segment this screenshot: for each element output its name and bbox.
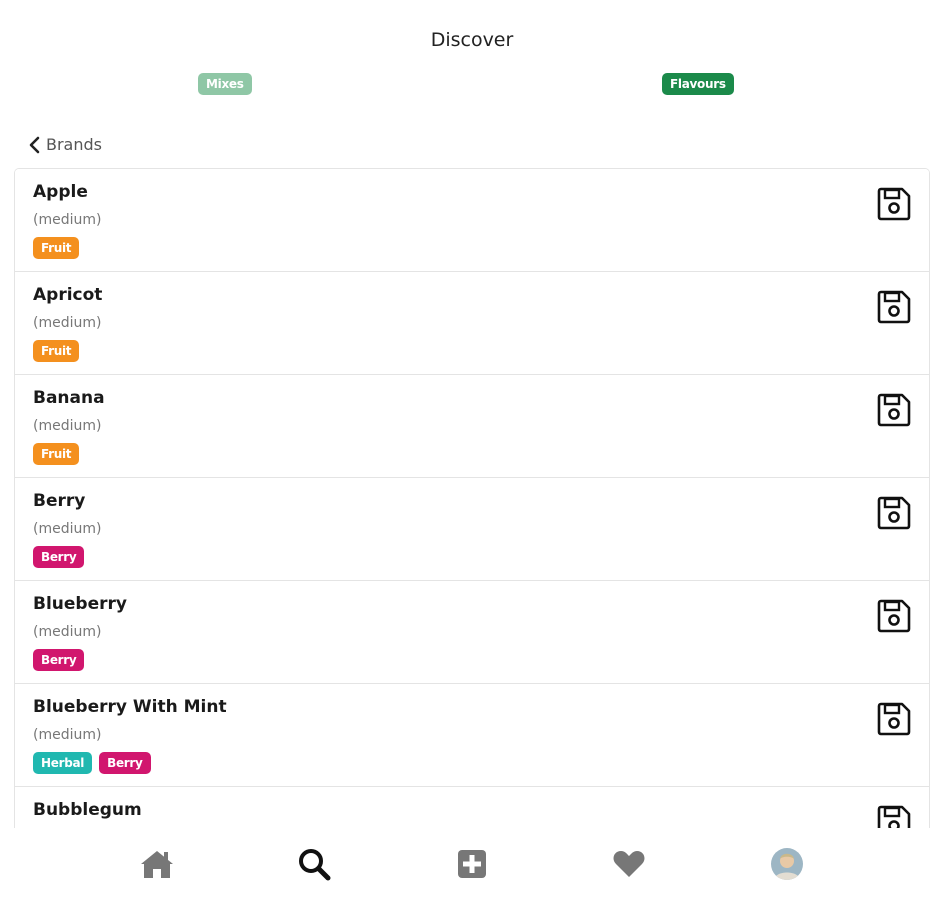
tag-list: Fruit (33, 340, 80, 362)
nav-add-button[interactable] (452, 844, 492, 884)
category-tag: Fruit (33, 443, 80, 465)
save-button[interactable] (877, 599, 911, 633)
list-item[interactable]: Bubblegum(medium)Fruit (15, 787, 929, 828)
floppy-disk-icon (877, 599, 911, 633)
save-button[interactable] (877, 290, 911, 324)
flavour-list[interactable]: Apple (medium) Fruit Apricot (medium) Fruit Ba… (14, 168, 930, 828)
floppy-disk-icon (877, 702, 911, 736)
back-to-brands-link[interactable]: Brands (28, 135, 102, 154)
avatar (771, 848, 803, 880)
category-tag: Fruit (33, 340, 80, 362)
tab-mixes[interactable]: Mixes (198, 73, 252, 95)
save-button[interactable] (877, 496, 911, 530)
page-title: Discover (430, 29, 514, 51)
floppy-disk-icon (877, 805, 911, 828)
floppy-disk-icon (877, 187, 911, 221)
tag-list: Fruit (33, 237, 80, 259)
list-item[interactable]: Banana (medium) Fruit (15, 375, 929, 478)
save-button[interactable] (877, 805, 911, 828)
list-item[interactable]: Apple (medium) Fruit (15, 169, 929, 272)
save-button[interactable] (877, 393, 911, 427)
flavour-name: Banana (33, 388, 105, 408)
tag-list: Berry (33, 649, 85, 671)
flavour-strength: (medium) (33, 315, 102, 331)
floppy-disk-icon (877, 496, 911, 530)
list-item[interactable]: Blueberry (medium) Berry (15, 581, 929, 684)
flavour-name: Apricot (33, 285, 103, 305)
flavour-strength: (medium) (33, 521, 102, 537)
tag-list: Berry (33, 546, 85, 568)
flavour-name: Blueberry With Mint (33, 697, 227, 717)
tag-list: Fruit (33, 443, 80, 465)
category-tag: Fruit (33, 237, 80, 259)
nav-search-button[interactable] (294, 844, 334, 884)
flavour-strength: (medium) (33, 727, 102, 743)
nav-profile-button[interactable] (767, 844, 807, 884)
flavour-strength: (medium) (33, 212, 102, 228)
heart-icon (613, 851, 645, 877)
nav-favourites-button[interactable] (609, 844, 649, 884)
flavour-name: Berry (33, 491, 86, 511)
tag-list: Herbal Berry (33, 752, 151, 774)
save-button[interactable] (877, 187, 911, 221)
chevron-left-icon (29, 136, 40, 153)
floppy-disk-icon (877, 290, 911, 324)
category-tag: Berry (33, 546, 85, 568)
flavour-strength: (medium) (33, 418, 102, 434)
flavour-name: Bubblegum (33, 800, 142, 820)
category-tag: Berry (33, 649, 85, 671)
list-item[interactable]: Apricot (medium) Fruit (15, 272, 929, 375)
add-icon (458, 850, 486, 878)
flavour-name: Blueberry (33, 594, 127, 614)
back-link-label: Brands (46, 135, 102, 154)
floppy-disk-icon (877, 393, 911, 427)
flavour-strength: (medium) (33, 624, 102, 640)
search-icon (299, 849, 331, 881)
tab-flavours[interactable]: Flavours (662, 73, 734, 95)
save-button[interactable] (877, 702, 911, 736)
category-tag: Berry (99, 752, 151, 774)
home-icon (141, 851, 173, 878)
bottom-nav (0, 828, 944, 900)
nav-home-button[interactable] (137, 844, 177, 884)
flavour-name: Apple (33, 182, 88, 202)
list-item[interactable]: Blueberry With Mint (medium) Herbal Berry (15, 684, 929, 787)
category-tag: Herbal (33, 752, 93, 774)
list-item[interactable]: Berry (medium) Berry (15, 478, 929, 581)
